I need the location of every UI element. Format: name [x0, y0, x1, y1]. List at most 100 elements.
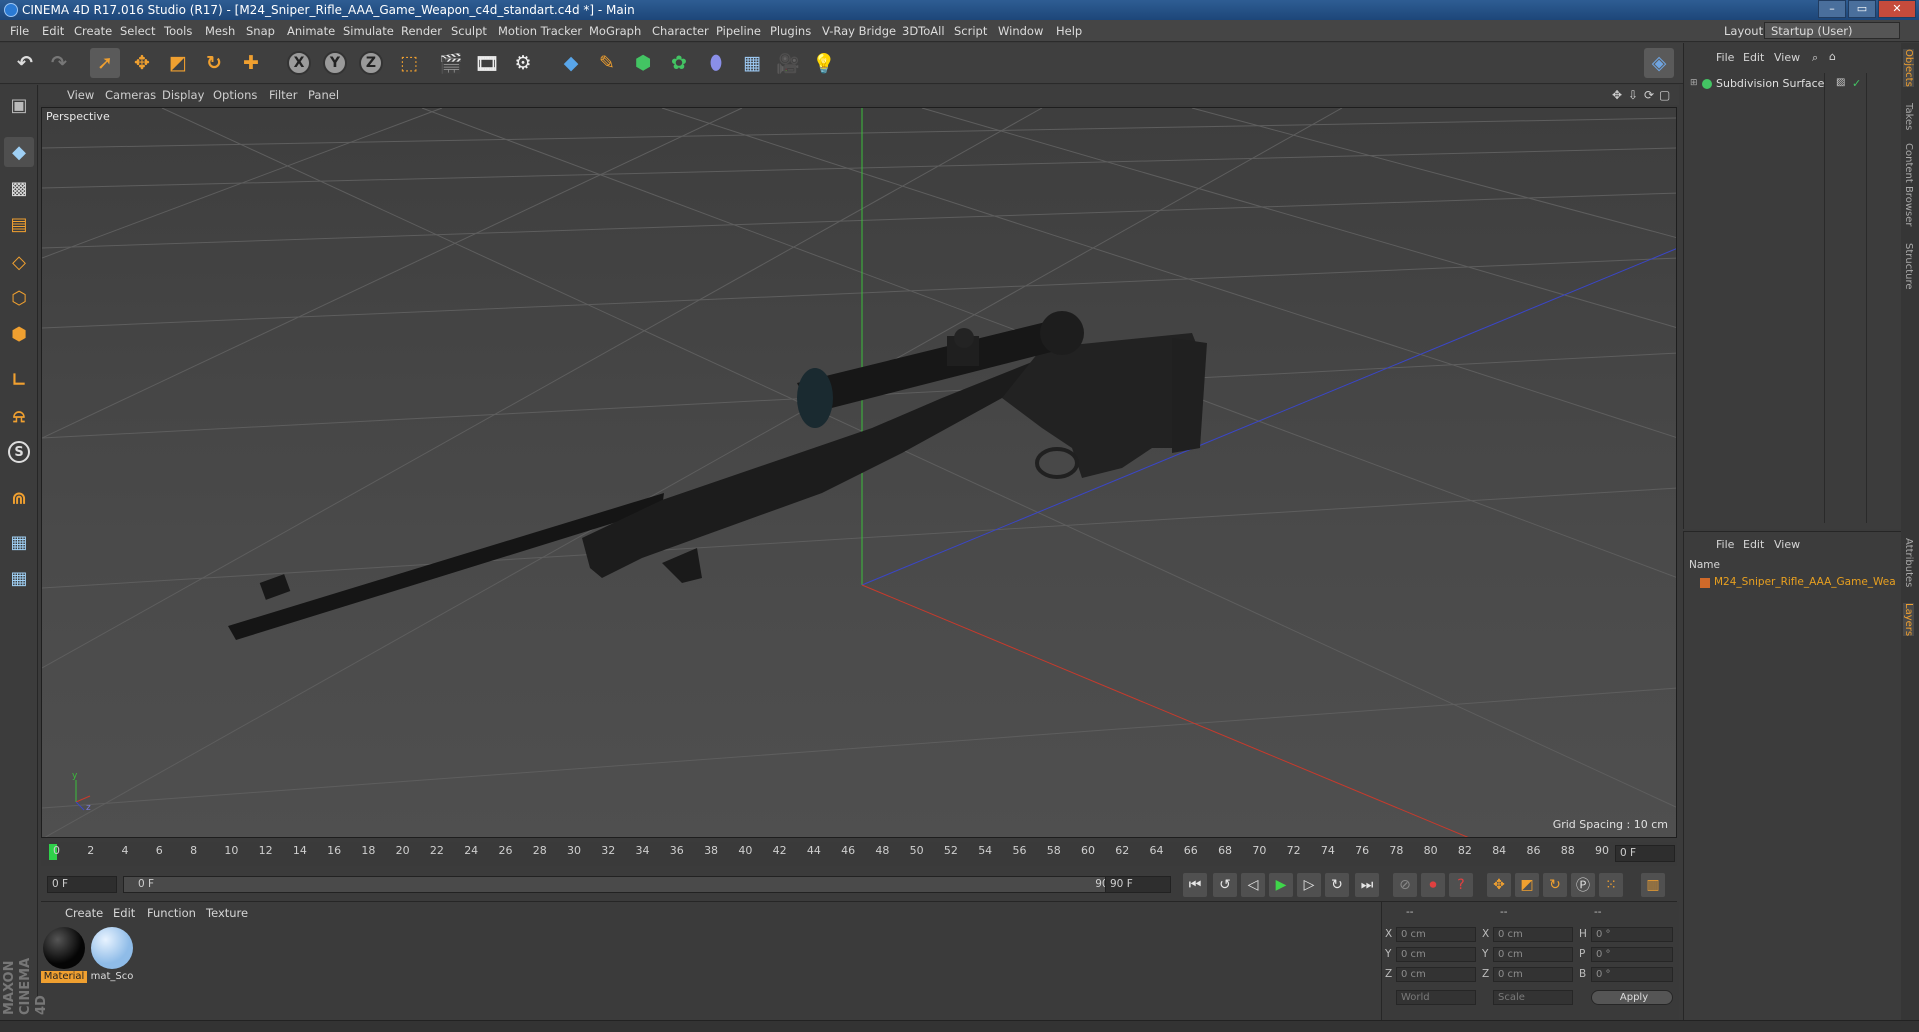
- autokey-button[interactable]: ⏺: [1421, 873, 1445, 897]
- current-frame-field[interactable]: 0 F: [1615, 845, 1675, 862]
- snap-button[interactable]: S: [4, 437, 34, 467]
- menu-3dtoall[interactable]: 3DToAll: [902, 20, 945, 42]
- viewport-menu-cameras[interactable]: Cameras: [105, 85, 156, 105]
- subdivision-surface-button[interactable]: ⬢: [628, 48, 658, 78]
- material-menu-texture[interactable]: Texture: [206, 906, 248, 920]
- parameter-key-button[interactable]: Ⓟ: [1571, 873, 1595, 897]
- objects-menu-edit[interactable]: Edit: [1743, 51, 1764, 64]
- position-key-button[interactable]: ✥: [1487, 873, 1511, 897]
- coordinate-space-dropdown[interactable]: World: [1396, 990, 1476, 1005]
- apply-button[interactable]: Apply: [1591, 990, 1673, 1005]
- z-axis-lock-button[interactable]: Z: [356, 48, 386, 78]
- size-z-field[interactable]: 0 cm: [1493, 967, 1573, 982]
- menu-character[interactable]: Character: [652, 20, 709, 42]
- magnet-button[interactable]: ⋒: [4, 483, 34, 513]
- menu-motion-tracker[interactable]: Motion Tracker: [498, 20, 582, 42]
- render-view-button[interactable]: 🎬: [436, 48, 466, 78]
- redo-button[interactable]: ↷: [44, 48, 74, 78]
- menu-help[interactable]: Help: [1056, 20, 1082, 42]
- menu-simulate[interactable]: Simulate: [343, 20, 394, 42]
- menu-file[interactable]: File: [10, 20, 29, 42]
- timeline-ruler[interactable]: 0 2 4 6 8 10 12 14 16 18 20 22 24 26 28 30 32 34 36 38 40 42 4…: [41, 842, 1677, 866]
- cube-object-button[interactable]: ◆: [556, 48, 586, 78]
- viewport-menu-display[interactable]: Display: [162, 85, 204, 105]
- make-editable-button[interactable]: ▣: [4, 90, 34, 120]
- points-mode-button[interactable]: ◇: [4, 247, 34, 277]
- start-frame-field[interactable]: 0 F: [47, 876, 117, 893]
- render-picture-viewer-button[interactable]: 🎞: [472, 48, 502, 78]
- object-enabled-check-icon[interactable]: ✓: [1852, 77, 1861, 90]
- size-x-field[interactable]: 0 cm: [1493, 927, 1573, 942]
- layers-menu-view[interactable]: View: [1774, 538, 1800, 551]
- keyframe-selection-button[interactable]: ?: [1449, 873, 1473, 897]
- live-selection-button[interactable]: ➚: [90, 48, 120, 78]
- tweak-mode-button[interactable]: ⍾: [4, 401, 34, 431]
- spline-pen-button[interactable]: ✎: [592, 48, 622, 78]
- menu-vray-bridge[interactable]: V-Ray Bridge: [822, 20, 896, 42]
- layout-dropdown[interactable]: Startup (User): [1764, 22, 1900, 39]
- menu-animate[interactable]: Animate: [287, 20, 335, 42]
- workplane-button[interactable]: ▤: [4, 209, 34, 239]
- next-frame-button[interactable]: ▷: [1297, 873, 1321, 897]
- menu-window[interactable]: Window: [998, 20, 1043, 42]
- cloner-button[interactable]: ✿: [664, 48, 694, 78]
- transform-tool-button[interactable]: ✚: [236, 48, 266, 78]
- maximize-button[interactable]: ▭: [1848, 0, 1876, 18]
- menu-sculpt[interactable]: Sculpt: [451, 20, 487, 42]
- render-settings-button[interactable]: ⚙: [508, 48, 538, 78]
- play-button[interactable]: ▶: [1269, 873, 1293, 897]
- next-key-button[interactable]: ↻: [1325, 873, 1349, 897]
- side-tab-content-browser[interactable]: Content Browser: [1903, 143, 1914, 226]
- model-mode-button[interactable]: ◆: [4, 137, 34, 167]
- viewport-menu-filter[interactable]: Filter: [269, 85, 297, 105]
- viewport-menu-panel[interactable]: Panel: [308, 85, 339, 105]
- viewport-nav-move-icon[interactable]: ✥: [1612, 85, 1622, 105]
- timeline-window-button[interactable]: ▥: [1641, 873, 1665, 897]
- sniper-rifle-model[interactable]: [228, 311, 1207, 640]
- menu-pipeline[interactable]: Pipeline: [716, 20, 761, 42]
- axis-mode-button[interactable]: ∟: [4, 365, 34, 395]
- side-tab-layers[interactable]: Layers: [1903, 603, 1914, 637]
- pos-x-field[interactable]: 0 cm: [1396, 927, 1476, 942]
- menu-mograph[interactable]: MoGraph: [589, 20, 641, 42]
- y-axis-lock-button[interactable]: Y: [320, 48, 350, 78]
- menu-select[interactable]: Select: [120, 20, 155, 42]
- polygons-mode-button[interactable]: ⬢: [4, 319, 34, 349]
- expand-toggle-icon[interactable]: ⊞: [1690, 78, 1698, 88]
- rot-h-field[interactable]: 0 °: [1591, 927, 1673, 942]
- rot-p-field[interactable]: 0 °: [1591, 947, 1673, 962]
- viewport-nav-rotate-icon[interactable]: ⟳: [1644, 85, 1654, 105]
- python-button[interactable]: ◈: [1644, 48, 1674, 78]
- planar-workplane-button[interactable]: ▦: [4, 563, 34, 593]
- end-frame-field[interactable]: 90 F: [1105, 876, 1171, 893]
- layer-row[interactable]: M24_Sniper_Rifle_AAA_Game_Wea: [1688, 575, 1898, 591]
- object-visibility-icon[interactable]: ▨: [1836, 77, 1845, 88]
- material-menu-edit[interactable]: Edit: [113, 906, 135, 920]
- objects-search-icon[interactable]: ⌕: [1812, 51, 1818, 65]
- menu-edit[interactable]: Edit: [42, 20, 64, 42]
- texture-mode-button[interactable]: ▩: [4, 173, 34, 203]
- scale-key-button[interactable]: ◩: [1515, 873, 1539, 897]
- objects-home-icon[interactable]: ⌂: [1829, 50, 1836, 63]
- viewport-maximize-icon[interactable]: ▢: [1659, 85, 1670, 105]
- coordinate-system-button[interactable]: ⬚: [394, 48, 424, 78]
- viewport-menu-view[interactable]: View: [67, 85, 94, 105]
- menu-script[interactable]: Script: [954, 20, 987, 42]
- go-to-start-button[interactable]: ⏮: [1183, 873, 1207, 897]
- floor-object-button[interactable]: ▦: [737, 48, 767, 78]
- menu-snap[interactable]: Snap: [246, 20, 275, 42]
- objects-menu-view[interactable]: View: [1774, 51, 1800, 64]
- menu-mesh[interactable]: Mesh: [205, 20, 235, 42]
- menu-create[interactable]: Create: [74, 20, 112, 42]
- rotate-tool-button[interactable]: ↻: [199, 48, 229, 78]
- previous-key-button[interactable]: ↺: [1213, 873, 1237, 897]
- side-tab-attributes[interactable]: Attributes: [1903, 538, 1914, 587]
- previous-frame-button[interactable]: ◁: [1241, 873, 1265, 897]
- side-tab-objects[interactable]: Objects: [1903, 49, 1914, 87]
- rot-b-field[interactable]: 0 °: [1591, 967, 1673, 982]
- perspective-viewport[interactable]: y z Perspective Grid Spacing : 10 cm: [41, 107, 1677, 838]
- record-keys-button[interactable]: ⊘: [1393, 873, 1417, 897]
- viewport-menu-options[interactable]: Options: [213, 85, 257, 105]
- rotation-key-button[interactable]: ↻: [1543, 873, 1567, 897]
- menu-tools[interactable]: Tools: [164, 20, 192, 42]
